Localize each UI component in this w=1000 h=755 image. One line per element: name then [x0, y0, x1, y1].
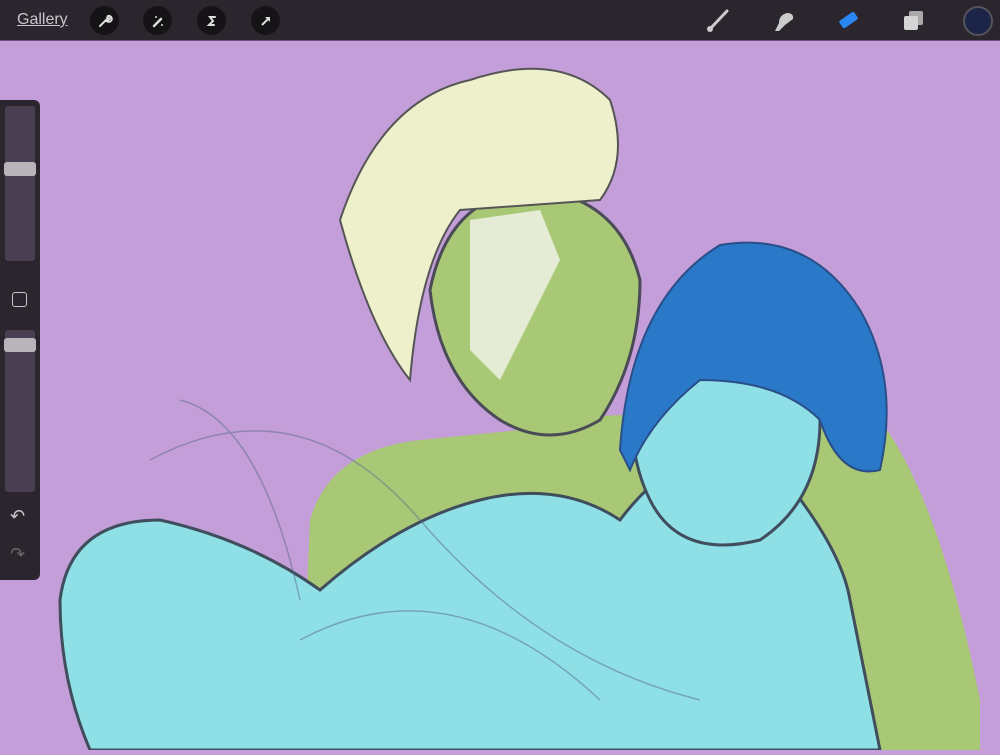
drawing-canvas[interactable]	[0, 42, 1000, 752]
gallery-button[interactable]: Gallery	[17, 11, 68, 29]
color-picker-button[interactable]	[963, 6, 993, 36]
brush-size-slider[interactable]	[5, 106, 35, 261]
brush-size-thumb[interactable]	[4, 162, 36, 176]
eraser-icon[interactable]	[833, 6, 863, 36]
wrench-icon[interactable]	[90, 6, 119, 35]
opacity-slider[interactable]	[5, 330, 35, 492]
smudge-icon[interactable]	[768, 6, 798, 36]
redo-button[interactable]: ↷	[10, 544, 25, 565]
left-sidebar: ↶ ↷	[0, 100, 40, 580]
top-toolbar: Gallery	[0, 0, 1000, 41]
brush-icon[interactable]	[702, 6, 732, 36]
transform-arrow-icon[interactable]	[251, 6, 280, 35]
magic-wand-icon[interactable]	[143, 6, 172, 35]
modify-button[interactable]	[12, 292, 27, 307]
selection-icon[interactable]	[197, 6, 226, 35]
opacity-thumb[interactable]	[4, 338, 36, 352]
undo-button[interactable]: ↶	[10, 506, 25, 527]
layers-icon[interactable]	[898, 6, 928, 36]
